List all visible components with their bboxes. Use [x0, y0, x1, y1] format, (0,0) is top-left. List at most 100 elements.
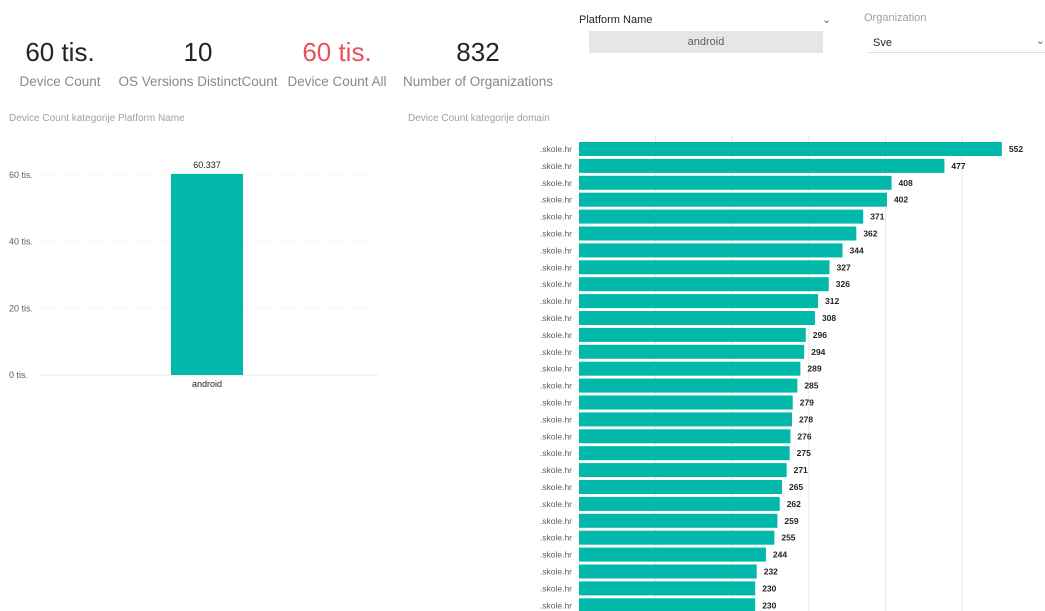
kpi-label: Number of Organizations — [402, 74, 554, 89]
bar — [579, 480, 783, 494]
y-tick-label: .skole.hr — [540, 330, 572, 340]
data-label: 402 — [894, 195, 908, 205]
data-label: 230 — [762, 583, 776, 593]
y-tick-label: .skole.hr — [540, 195, 572, 205]
data-label: 255 — [781, 533, 795, 543]
data-label: 275 — [797, 448, 811, 458]
bar — [579, 463, 787, 478]
data-label: 552 — [1009, 144, 1023, 154]
bar — [579, 344, 805, 359]
bar — [579, 446, 790, 461]
y-tick-label: .skole.hr — [540, 144, 572, 154]
bar — [579, 226, 857, 241]
y-tick-label: 60 tis. — [9, 170, 33, 180]
data-label: 289 — [807, 364, 821, 374]
bar — [579, 361, 801, 376]
y-tick-label: .skole.hr — [540, 364, 572, 374]
y-tick-label: .skole.hr — [540, 313, 572, 323]
kpi-device-count[interactable]: 60 tis. Device Count — [10, 37, 110, 91]
bar — [579, 378, 798, 393]
y-tick-label: .skole.hr — [540, 414, 572, 424]
y-tick-label: .skole.hr — [540, 161, 572, 171]
y-tick-label: .skole.hr — [540, 398, 572, 408]
data-label: 296 — [813, 330, 827, 340]
y-tick-label: .skole.hr — [540, 178, 572, 188]
kpi-os-versions[interactable]: 10 OS Versions DistinctCount — [116, 37, 280, 91]
bar — [579, 412, 792, 427]
bar — [579, 513, 778, 528]
data-label: 265 — [789, 482, 803, 492]
bar — [171, 173, 243, 375]
domain-bar-chart[interactable]: 552 .skole.hr 477 .skole.hr 408 .skole.hr 402.… — [400, 135, 1045, 611]
y-tick-label: .skole.hr — [540, 262, 572, 272]
y-tick-label: .skole.hr — [540, 567, 572, 577]
kpi-device-count-all[interactable]: 60 tis. Device Count All — [284, 37, 390, 91]
data-label: 326 — [836, 279, 850, 289]
y-tick-label: .skole.hr — [540, 279, 572, 289]
y-tick-label: .skole.hr — [540, 347, 572, 357]
bar — [579, 260, 830, 275]
data-label: 60.337 — [193, 160, 221, 170]
data-label: 362 — [863, 229, 877, 239]
x-tick-label: android — [192, 379, 222, 389]
bar — [579, 175, 892, 190]
bar — [579, 496, 780, 511]
bar — [579, 581, 756, 596]
bar — [579, 277, 829, 292]
organization-selected-value: Sve — [873, 37, 892, 49]
kpi-label: Device Count All — [287, 74, 387, 89]
platform-chart-title: Device Count kategorije Platform Name — [9, 113, 185, 124]
bar — [579, 547, 766, 562]
y-tick-label: .skole.hr — [540, 448, 572, 458]
y-tick-label: .skole.hr — [540, 296, 572, 306]
organization-dropdown[interactable]: Sve ⌄ — [867, 30, 1045, 53]
kpi-value: 60 tis. — [25, 37, 95, 67]
y-tick-label: 40 tis. — [9, 237, 33, 247]
y-tick-label: .skole.hr — [540, 245, 572, 255]
data-label: 230 — [762, 600, 776, 610]
bar — [579, 192, 887, 207]
data-label: 262 — [787, 499, 801, 509]
kpi-number-of-organizations[interactable]: 832 Number of Organizations — [400, 37, 556, 91]
y-tick-label: .skole.hr — [540, 499, 572, 509]
data-label: 259 — [784, 516, 798, 526]
domain-chart-title: Device Count kategorije domain — [408, 113, 550, 124]
y-tick-label: .skole.hr — [540, 431, 572, 441]
bar — [579, 395, 793, 410]
y-tick-label: .skole.hr — [540, 381, 572, 391]
kpi-label: OS Versions DistinctCount — [118, 74, 278, 89]
data-label: 344 — [850, 245, 864, 255]
y-tick-label: .skole.hr — [540, 516, 572, 526]
bar — [579, 294, 819, 309]
data-label: 477 — [951, 161, 965, 171]
data-label: 271 — [794, 465, 808, 475]
kpi-value: 832 — [456, 37, 500, 67]
data-label: 244 — [773, 550, 787, 560]
bar — [579, 598, 756, 611]
data-label: 232 — [764, 567, 778, 577]
y-tick-label: .skole.hr — [540, 465, 572, 475]
data-label: 308 — [822, 313, 836, 323]
platform-selected-item[interactable]: android — [589, 31, 823, 53]
bar — [579, 327, 806, 342]
data-label: 276 — [797, 431, 811, 441]
data-label: 371 — [870, 212, 884, 222]
y-tick-label: .skole.hr — [540, 550, 572, 560]
bar — [579, 311, 815, 325]
platform-slicer-title: Platform Name — [579, 14, 653, 26]
chevron-down-icon[interactable]: ⌄ — [822, 13, 831, 26]
bar — [579, 158, 945, 173]
y-tick-label: .skole.hr — [540, 482, 572, 492]
y-tick-label: .skole.hr — [540, 600, 572, 610]
bar — [579, 142, 1002, 156]
data-label: 327 — [837, 262, 851, 272]
data-label: 312 — [825, 296, 839, 306]
y-tick-label: .skole.hr — [540, 212, 572, 222]
kpi-value: 60 tis. — [302, 37, 372, 67]
y-tick-label: 20 tis. — [9, 303, 33, 313]
kpi-value: 10 — [183, 37, 213, 67]
platform-bar-chart[interactable]: 0 tis. 20 tis. 40 tis. 60 tis. 60.337 android — [0, 135, 390, 395]
y-tick-label: .skole.hr — [540, 533, 572, 543]
y-tick-label: .skole.hr — [540, 229, 572, 239]
bar — [579, 564, 757, 579]
